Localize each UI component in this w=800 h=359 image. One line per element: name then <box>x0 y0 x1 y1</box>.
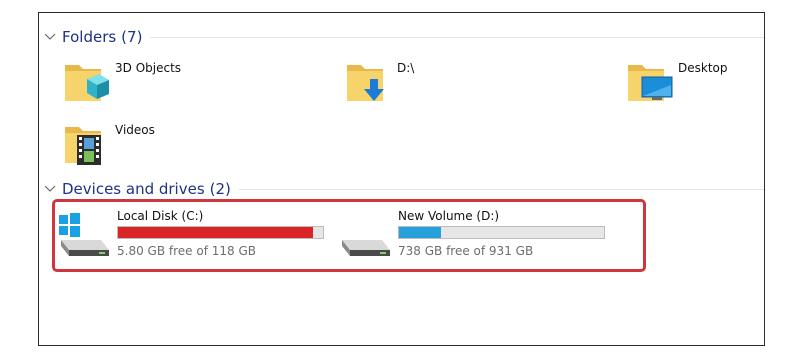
drives-group-title: Devices and drives <box>62 180 205 198</box>
drives-group-header[interactable]: Devices and drives (2) <box>43 179 764 199</box>
highlight-rectangle <box>52 199 646 272</box>
folder-label: 3D Objects <box>115 61 182 75</box>
folder-label: D:\ <box>397 61 415 75</box>
chevron-down-icon[interactable] <box>43 182 57 196</box>
folder-3d-objects[interactable]: 3D Objects <box>59 57 259 109</box>
group-divider <box>150 36 764 38</box>
folders-group-title: Folders <box>62 28 117 46</box>
folder-d-drive-shortcut[interactable]: D:\ <box>341 57 541 109</box>
folder-label: Videos <box>115 123 155 137</box>
explorer-content-pane: Folders (7) 3D Objects D:\ Desktop Video… <box>38 12 765 346</box>
videos-folder-icon <box>65 127 101 165</box>
3d-objects-folder-icon <box>65 65 109 101</box>
folder-label: Desktop <box>678 61 728 75</box>
d-folder-download-icon <box>347 65 384 101</box>
folders-group-header[interactable]: Folders (7) <box>43 27 764 47</box>
folder-desktop[interactable]: Desktop <box>622 57 764 109</box>
chevron-down-icon[interactable] <box>43 30 57 44</box>
folders-group-count: (7) <box>121 28 143 46</box>
desktop-folder-icon <box>628 65 673 101</box>
drives-group-count: (2) <box>209 180 231 198</box>
folder-videos[interactable]: Videos <box>59 119 259 171</box>
group-divider <box>238 188 764 190</box>
